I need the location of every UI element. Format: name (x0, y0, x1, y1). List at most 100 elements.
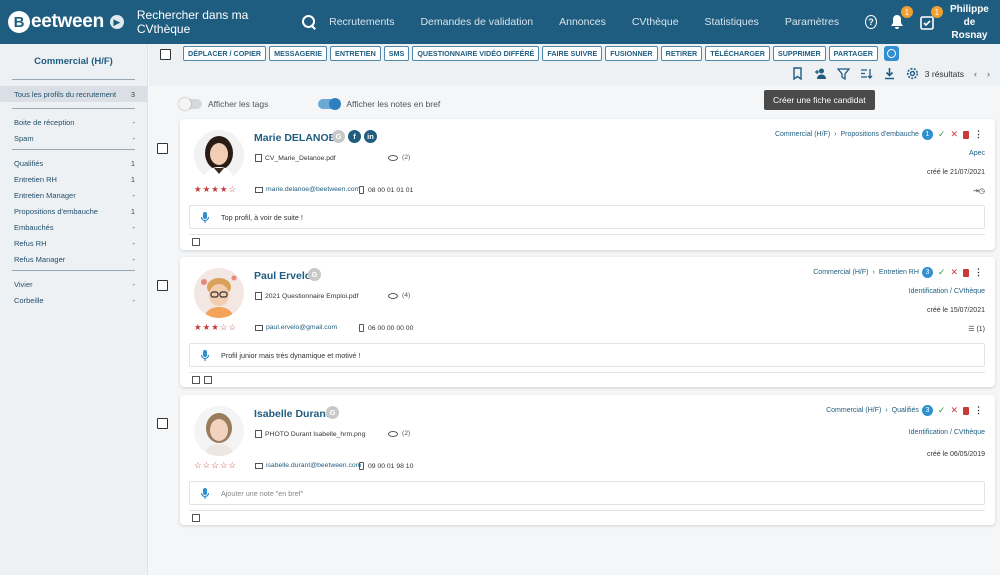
sidebar-item-all-profiles[interactable]: Tous les profils du recrutement 3 (0, 86, 147, 102)
download-icon[interactable] (883, 67, 896, 80)
sidebar-item-vivier[interactable]: Vivier - (0, 276, 147, 292)
nav-statistiques[interactable]: Statistiques (705, 16, 759, 28)
sort-icon[interactable] (860, 67, 873, 80)
cv-file-link[interactable]: 2021 Questionnaire Emploi.pdf (255, 292, 358, 300)
filter-icon[interactable] (836, 67, 851, 81)
move-copy-button[interactable]: DÉPLACER / COPIER (183, 46, 267, 61)
bookmark-icon[interactable] (791, 67, 804, 81)
sms-button[interactable]: SMS (383, 46, 410, 61)
google-icon[interactable]: G (332, 130, 345, 143)
sidebar-item-entretien-manager[interactable]: Entretien Manager - (0, 187, 147, 203)
sidebar-item-refus-rh[interactable]: Refus RH - (0, 235, 147, 251)
candidate-checkbox[interactable] (157, 280, 168, 291)
pipeline-step[interactable]: Qualifiés (892, 407, 919, 414)
star-rating[interactable]: ☆☆☆☆☆ (194, 460, 237, 471)
email-link[interactable]: marie.delanoe@beetween.com (255, 186, 360, 193)
reject-icon[interactable]: ✕ (950, 267, 958, 278)
delete-button[interactable]: SUPPRIMER (772, 46, 826, 61)
candidate-name[interactable]: Isabelle Durant (254, 408, 329, 420)
pipeline-job[interactable]: Commercial (H/F) (826, 407, 881, 414)
sidebar-item-propositions[interactable]: Propositions d'embauche 1 (0, 203, 147, 219)
nav-annonces[interactable]: Annonces (559, 16, 606, 28)
interview-button[interactable]: ENTRETIEN (330, 46, 381, 61)
show-notes-toggle[interactable] (318, 98, 342, 110)
help-icon[interactable]: ? (865, 15, 877, 29)
more-options-icon[interactable]: ⋮ (974, 405, 983, 416)
accept-icon[interactable]: ✓ (938, 405, 946, 416)
nav-demandes-validation[interactable]: Demandes de validation (420, 16, 533, 28)
google-icon[interactable]: G (308, 268, 321, 281)
candidate-name[interactable]: Marie DELANOE (254, 132, 336, 144)
messaging-button[interactable]: MESSAGERIE (269, 46, 328, 61)
email-link[interactable]: paul.ervelo@gmail.com (255, 324, 337, 331)
brief-note-field[interactable]: Ajouter une note "en bref" (189, 481, 985, 505)
next-page-icon[interactable]: › (987, 69, 990, 79)
logo-arrow-icon[interactable]: ▶ (109, 15, 124, 29)
settings-icon[interactable] (906, 67, 919, 80)
share-button[interactable]: PARTAGER (828, 46, 878, 61)
email-link[interactable]: isabelle.durant@beetween.com (255, 462, 361, 469)
calendar-icon[interactable] (192, 237, 200, 246)
select-all-checkbox[interactable] (160, 49, 171, 60)
more-options-icon[interactable]: ⋮ (974, 267, 983, 278)
candidate-checkbox[interactable] (157, 143, 168, 154)
microphone-icon[interactable] (200, 487, 210, 499)
sidebar-item-entretien-rh[interactable]: Entretien RH 1 (0, 171, 147, 187)
pipeline-job[interactable]: Commercial (H/F) (813, 269, 868, 276)
star-rating[interactable]: ★★★★☆ (194, 184, 237, 195)
tasks-icon[interactable]: 1 (919, 6, 943, 30)
star-rating[interactable]: ★★★☆☆ (194, 322, 237, 333)
forward-button[interactable]: FAIRE SUIVRE (542, 46, 603, 61)
trash-icon[interactable] (963, 268, 969, 277)
sidebar-item-corbeille[interactable]: Corbeille - (0, 292, 147, 308)
show-tags-toggle[interactable] (179, 98, 202, 110)
merge-button[interactable]: FUSIONNER (605, 46, 658, 61)
sidebar-item-qualifies[interactable]: Qualifiés 1 (0, 155, 147, 171)
nav-cvtheque[interactable]: CVthèque (632, 16, 679, 28)
pipeline-step[interactable]: Entretien RH (879, 269, 919, 276)
brief-note-field[interactable]: Profil junior mais très dynamique et mot… (189, 343, 985, 367)
beetween-logo[interactable]: B eetween ▶ (8, 11, 124, 33)
bell-icon[interactable]: 1 (889, 6, 913, 30)
accept-icon[interactable]: ✓ (938, 267, 946, 278)
extra-action-icon[interactable] (883, 46, 899, 61)
search-icon[interactable] (301, 14, 316, 30)
sidebar-job-title[interactable]: Commercial (H/F) (0, 56, 147, 67)
clipboard-icon[interactable] (192, 375, 200, 384)
pipeline-step[interactable]: Propositions d'embauche (841, 131, 919, 138)
sidebar-item-embauches[interactable]: Embauchés - (0, 219, 147, 235)
prev-page-icon[interactable]: ‹ (974, 69, 977, 79)
more-options-icon[interactable]: ⋮ (974, 129, 983, 140)
history-icon[interactable]: ⇥◷ (973, 187, 985, 195)
add-candidate-icon[interactable] (814, 67, 827, 80)
sidebar-item-refus-manager[interactable]: Refus Manager - (0, 251, 147, 267)
trash-icon[interactable] (963, 406, 969, 415)
mail-icon[interactable] (204, 375, 212, 384)
candidate-name[interactable]: Paul Ervelo (254, 270, 311, 282)
candidate-checkbox[interactable] (157, 418, 168, 429)
candidate-card[interactable]: Isabelle Durant G PHOTO Durant Isabelle_… (180, 395, 995, 525)
sidebar-item-spam[interactable]: Spam - (0, 130, 147, 146)
search-label[interactable]: Rechercher dans ma CVthèque (137, 8, 295, 36)
sidebar-item-inbox[interactable]: Boite de réception - (0, 114, 147, 130)
candidate-card[interactable]: Paul Ervelo G 2021 Questionnaire Emploi.… (180, 257, 995, 387)
trash-icon[interactable] (963, 130, 969, 139)
user-menu[interactable]: Philippe de Rosnay (949, 3, 990, 42)
brief-note-field[interactable]: Top profil, à voir de suite ! (189, 205, 985, 229)
microphone-icon[interactable] (200, 349, 210, 361)
accept-icon[interactable]: ✓ (938, 129, 946, 140)
download-button[interactable]: TÉLÉCHARGER (705, 46, 770, 61)
remove-button[interactable]: RETIRER (660, 46, 703, 61)
facebook-icon[interactable]: f (348, 130, 361, 143)
linkedin-icon[interactable]: in (364, 130, 377, 143)
pipeline-job[interactable]: Commercial (H/F) (775, 131, 830, 138)
microphone-icon[interactable] (200, 211, 210, 223)
candidate-card[interactable]: Marie DELANOE G f in CV_Marie_Delanoe.pd… (180, 119, 995, 250)
google-icon[interactable]: G (326, 406, 339, 419)
nav-recrutements[interactable]: Recrutements (329, 16, 394, 28)
reject-icon[interactable]: ✕ (950, 405, 958, 416)
video-questionnaire-button[interactable]: QUESTIONNAIRE VIDÉO DIFFÉRÉ (412, 46, 540, 61)
comments-count[interactable]: ☰ (1) (968, 325, 985, 333)
cv-file-link[interactable]: CV_Marie_Delanoe.pdf (255, 154, 336, 162)
nav-parametres[interactable]: Paramètres (785, 16, 839, 28)
